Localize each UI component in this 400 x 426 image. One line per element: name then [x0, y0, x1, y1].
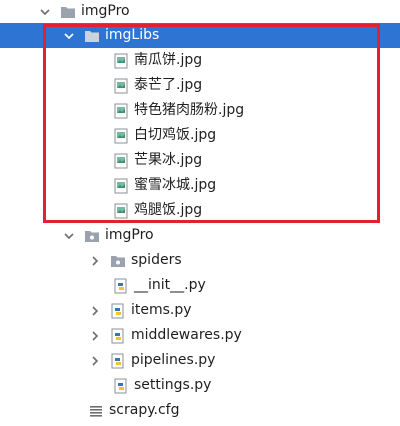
tree-node-imglibs[interactable]: imgLibs — [0, 23, 400, 48]
file-label: 泰芒了.jpg — [134, 77, 203, 93]
tree-node-label: imgLibs — [105, 27, 160, 43]
tree-node-spiders[interactable]: spiders — [0, 248, 400, 273]
tree-file-cfg[interactable]: scrapy.cfg — [0, 398, 400, 423]
image-file-icon — [113, 53, 129, 69]
file-label: middlewares.py — [131, 327, 242, 343]
file-label: 特色猪肉肠粉.jpg — [134, 102, 245, 118]
chevron-right-icon[interactable] — [88, 254, 102, 268]
chevron-down-icon[interactable] — [62, 229, 76, 243]
file-label: 鸡腿饭.jpg — [134, 202, 203, 218]
chevron-right-icon[interactable] — [88, 304, 102, 318]
file-label: items.py — [131, 302, 192, 318]
file-label: __init__.py — [134, 277, 206, 293]
image-file-icon — [113, 78, 129, 94]
chevron-right-icon[interactable] — [88, 354, 102, 368]
image-file-icon — [113, 153, 129, 169]
tree-file-jpg[interactable]: 南瓜饼.jpg — [0, 48, 400, 73]
python-file-icon — [110, 353, 126, 369]
file-label: 芒果冰.jpg — [134, 152, 203, 168]
image-file-icon — [113, 178, 129, 194]
file-label: 白切鸡饭.jpg — [134, 127, 217, 143]
file-label: scrapy.cfg — [109, 402, 180, 418]
project-tree: imgPro imgLibs 南瓜饼.jpg 泰芒了.jpg 特色猪肉肠粉.jp… — [0, 0, 400, 426]
python-file-icon — [110, 328, 126, 344]
package-folder-icon — [110, 253, 126, 269]
folder-icon — [84, 28, 100, 44]
tree-file-py[interactable]: middlewares.py — [0, 323, 400, 348]
chevron-down-icon[interactable] — [62, 29, 76, 43]
image-file-icon — [113, 103, 129, 119]
file-label: settings.py — [134, 377, 212, 393]
tree-file-py[interactable]: settings.py — [0, 373, 400, 398]
tree-file-jpg[interactable]: 特色猪肉肠粉.jpg — [0, 98, 400, 123]
tree-file-py[interactable]: items.py — [0, 298, 400, 323]
tree-file-py[interactable]: __init__.py — [0, 273, 400, 298]
python-file-icon — [110, 303, 126, 319]
chevron-down-icon[interactable] — [38, 5, 52, 19]
image-file-icon — [113, 203, 129, 219]
tree-file-py[interactable]: pipelines.py — [0, 348, 400, 373]
tree-node-label: imgPro — [105, 227, 154, 243]
tree-node-label: spiders — [131, 252, 182, 268]
python-file-icon — [113, 378, 129, 394]
python-file-icon — [113, 278, 129, 294]
file-label: 南瓜饼.jpg — [134, 52, 203, 68]
package-folder-icon — [84, 228, 100, 244]
tree-file-jpg[interactable]: 鸡腿饭.jpg — [0, 198, 400, 223]
tree-node-label: imgPro — [81, 3, 130, 19]
tree-node-package-imgpro[interactable]: imgPro — [0, 223, 400, 248]
tree-file-jpg[interactable]: 白切鸡饭.jpg — [0, 123, 400, 148]
tree-file-jpg[interactable]: 芒果冰.jpg — [0, 148, 400, 173]
file-label: pipelines.py — [131, 352, 216, 368]
tree-file-jpg[interactable]: 泰芒了.jpg — [0, 73, 400, 98]
folder-icon — [60, 4, 76, 20]
chevron-right-icon[interactable] — [88, 329, 102, 343]
image-file-icon — [113, 128, 129, 144]
config-file-icon — [88, 403, 104, 419]
file-label: 蜜雪冰城.jpg — [134, 177, 217, 193]
tree-file-jpg[interactable]: 蜜雪冰城.jpg — [0, 173, 400, 198]
tree-node-root-imgpro[interactable]: imgPro — [0, 0, 400, 24]
